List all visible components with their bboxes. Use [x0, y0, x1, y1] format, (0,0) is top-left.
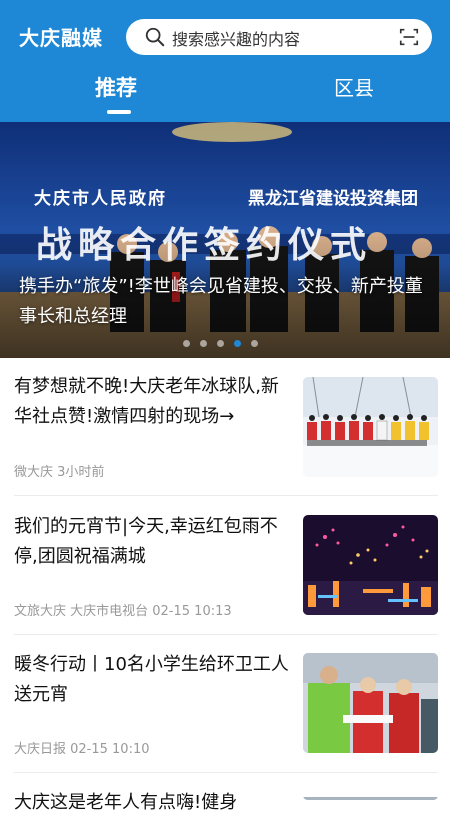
carousel-dot[interactable] — [183, 340, 190, 347]
carousel-dots — [183, 340, 258, 347]
divider — [14, 495, 438, 496]
carousel-dot-active[interactable] — [234, 340, 241, 347]
carousel-dot[interactable] — [217, 340, 224, 347]
banner-backdrop-headline: 战略合作签约仪式 — [36, 225, 373, 266]
search-bar[interactable]: 搜索感兴趣的内容 — [126, 19, 432, 55]
banner-backdrop-text-right: 黑龙江省建设投资集团 — [248, 189, 418, 209]
search-placeholder: 搜索感兴趣的内容 — [172, 30, 301, 49]
ice-hockey-photo — [303, 377, 438, 477]
carousel-dot[interactable] — [251, 340, 258, 347]
banner-carousel[interactable]: 大庆市人民政府 黑龙江省建设投资集团 战略合作签约仪式 携手办“旅发”!李世峰会… — [0, 122, 450, 358]
app-logo[interactable]: 大庆融媒 — [19, 22, 103, 51]
banner-backdrop-text-left: 大庆市人民政府 — [34, 189, 167, 209]
news-meta: 文旅大庆 大庆市电视台 02-15 10:13 — [14, 604, 232, 619]
news-thumbnail[interactable] — [303, 791, 438, 800]
tab-recommend[interactable]: 推荐 — [95, 72, 137, 102]
news-meta: 大庆日报 02-15 10:10 — [14, 742, 150, 757]
fireworks-photo — [303, 515, 438, 615]
news-title[interactable]: 我们的元宵节|今天,幸运红包雨不停,团圆祝福满城 — [14, 512, 296, 572]
news-thumbnail[interactable] — [303, 653, 438, 753]
news-item[interactable]: 大庆这是老年人有点嗨!健身 — [0, 788, 450, 813]
divider — [14, 634, 438, 635]
students-photo — [303, 653, 438, 753]
news-title[interactable]: 暖冬行动丨10名小学生给环卫工人送元宵 — [14, 650, 296, 710]
divider — [14, 772, 438, 773]
tab-districts[interactable]: 区县 — [334, 72, 374, 101]
search-icon — [145, 27, 165, 47]
news-thumbnail[interactable] — [303, 377, 438, 477]
app-header: 大庆融媒 搜索感兴趣的内容 推荐 区县 — [0, 0, 450, 122]
banner-title[interactable]: 携手办“旅发”!李世峰会见省建投、交投、新产投董事长和总经理 — [19, 272, 439, 332]
tab-active-indicator — [107, 110, 131, 114]
news-title[interactable]: 有梦想就不晚!大庆老年冰球队,新华社点赞!激情四射的现场→ — [14, 372, 296, 432]
carousel-dot[interactable] — [200, 340, 207, 347]
news-item[interactable]: 我们的元宵节|今天,幸运红包雨不停,团圆祝福满城 文旅大庆 大庆市电视台 02-… — [0, 512, 450, 634]
scan-icon[interactable] — [398, 26, 420, 48]
news-item[interactable]: 有梦想就不晚!大庆老年冰球队,新华社点赞!激情四射的现场→ 微大庆 3小时前 — [0, 372, 450, 494]
news-thumbnail[interactable] — [303, 515, 438, 615]
news-meta: 微大庆 3小时前 — [14, 465, 105, 480]
news-item[interactable]: 暖冬行动丨10名小学生给环卫工人送元宵 大庆日报 02-15 10:10 — [0, 650, 450, 772]
news-title[interactable]: 大庆这是老年人有点嗨!健身 — [14, 788, 296, 818]
